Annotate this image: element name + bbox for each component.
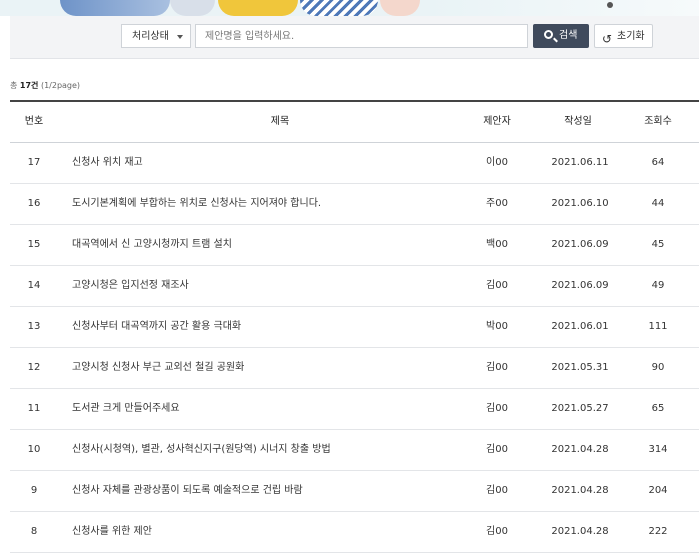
- row-no: 15: [27, 239, 41, 250]
- search-icon: [544, 30, 553, 39]
- table-row[interactable]: 11 도서관 크게 만들어주세요 김00 2021.05.27 65: [10, 389, 699, 430]
- row-date: 2021.04.28: [551, 485, 609, 496]
- row-no: 12: [27, 362, 41, 373]
- table-row[interactable]: 17 신청사 위치 재고 이00 2021.06.11 64: [10, 143, 699, 184]
- header-title: 제목: [270, 116, 290, 127]
- reset-button[interactable]: ↺ 초기화: [594, 24, 653, 48]
- search-input[interactable]: 제안명을 입력하세요.: [195, 24, 528, 48]
- proposal-table: 번호 제목 제안자 작성일 조회수 17 신청사 위치 재고 이00 2021.…: [10, 100, 699, 553]
- row-author: 김00: [486, 280, 508, 291]
- row-no: 8: [30, 526, 38, 537]
- banner-figure: [300, 0, 378, 16]
- table-row[interactable]: 13 신청사부터 대곡역까지 공간 활용 극대화 박00 2021.06.01 …: [10, 307, 699, 348]
- table-row[interactable]: 8 신청사를 위한 제안 김00 2021.04.28 222: [10, 512, 699, 553]
- banner-figure: [218, 0, 298, 16]
- refresh-icon: ↺: [602, 32, 613, 46]
- row-views: 49: [651, 280, 665, 291]
- row-views: 65: [651, 403, 665, 414]
- row-author: 주00: [486, 198, 508, 209]
- chevron-down-icon: [177, 35, 183, 39]
- row-views: 64: [651, 157, 665, 168]
- row-author: 이00: [486, 157, 508, 168]
- row-title-link[interactable]: 도서관 크게 만들어주세요: [72, 389, 180, 429]
- row-date: 2021.04.28: [551, 444, 609, 455]
- search-button-label: 검색: [559, 30, 578, 41]
- header-author: 제안자: [483, 116, 511, 127]
- header-date: 작성일: [564, 116, 592, 127]
- table-row[interactable]: 9 신청사 자체를 관광상품이 되도록 예술적으로 건립 바람 김00 2021…: [10, 471, 699, 512]
- table-row[interactable]: 12 고양시청 신청사 부근 교외선 철길 공원화 김00 2021.05.31…: [10, 348, 699, 389]
- row-author: 백00: [486, 239, 508, 250]
- row-date: 2021.06.01: [551, 321, 609, 332]
- row-title-link[interactable]: 신청사 위치 재고: [72, 143, 143, 183]
- table-row[interactable]: 15 대곡역에서 신 고양시청까지 트램 설치 백00 2021.06.09 4…: [10, 225, 699, 266]
- row-no: 17: [27, 157, 41, 168]
- banner-figure: [60, 0, 170, 16]
- row-title-link[interactable]: 고양시청은 입지선정 재조사: [72, 266, 189, 306]
- count-pages: (1/2page): [38, 81, 81, 90]
- row-title-link[interactable]: 대곡역에서 신 고양시청까지 트램 설치: [72, 225, 232, 265]
- row-views: 44: [651, 198, 665, 209]
- header-views: 조회수: [644, 116, 672, 127]
- row-views: 222: [648, 526, 668, 537]
- row-no: 16: [27, 198, 41, 209]
- row-no: 10: [27, 444, 41, 455]
- row-date: 2021.05.31: [551, 362, 609, 373]
- row-no: 14: [27, 280, 41, 291]
- row-author: 김00: [486, 362, 508, 373]
- row-author: 김00: [486, 485, 508, 496]
- row-date: 2021.05.27: [551, 403, 609, 414]
- row-title-link[interactable]: 신청사 자체를 관광상품이 되도록 예술적으로 건립 바람: [72, 471, 303, 511]
- row-no: 9: [30, 485, 38, 496]
- status-select[interactable]: 처리상태: [121, 24, 191, 48]
- result-count: 총 17건 (1/2page): [10, 80, 80, 91]
- count-prefix: 총: [10, 81, 20, 90]
- table-row[interactable]: 10 신청사(시청역), 별관, 성사혁신지구(원당역) 시너지 창출 방법 김…: [10, 430, 699, 471]
- row-title-link[interactable]: 신청사를 위한 제안: [72, 512, 152, 552]
- search-input-placeholder: 제안명을 입력하세요.: [205, 31, 295, 42]
- row-views: 111: [648, 321, 668, 332]
- row-title-link[interactable]: 도시기본계획에 부합하는 위치로 신청사는 지어져야 합니다.: [72, 184, 321, 224]
- banner-background: [430, 0, 699, 16]
- row-views: 204: [648, 485, 668, 496]
- row-author: 김00: [486, 526, 508, 537]
- banner-dot: [607, 2, 613, 8]
- row-date: 2021.06.11: [551, 157, 609, 168]
- table-header: 번호 제목 제안자 작성일 조회수: [10, 100, 699, 143]
- row-views: 90: [651, 362, 665, 373]
- row-date: 2021.06.09: [551, 280, 609, 291]
- reset-button-label: 초기화: [617, 31, 645, 42]
- row-title-link[interactable]: 고양시청 신청사 부근 교외선 철길 공원화: [72, 348, 244, 388]
- row-date: 2021.04.28: [551, 526, 609, 537]
- banner-figure: [380, 0, 420, 16]
- count-total: 17건: [19, 81, 39, 90]
- table-row[interactable]: 16 도시기본계획에 부합하는 위치로 신청사는 지어져야 합니다. 주00 2…: [10, 184, 699, 225]
- status-select-label: 처리상태: [132, 31, 169, 42]
- top-banner-illustration: [0, 0, 699, 16]
- search-button[interactable]: 검색: [533, 24, 589, 48]
- row-author: 김00: [486, 403, 508, 414]
- table-row[interactable]: 14 고양시청은 입지선정 재조사 김00 2021.06.09 49: [10, 266, 699, 307]
- row-views: 45: [651, 239, 665, 250]
- row-author: 김00: [486, 444, 508, 455]
- row-date: 2021.06.10: [551, 198, 609, 209]
- row-title-link[interactable]: 신청사부터 대곡역까지 공간 활용 극대화: [72, 307, 241, 347]
- row-title-link[interactable]: 신청사(시청역), 별관, 성사혁신지구(원당역) 시너지 창출 방법: [72, 430, 331, 470]
- header-no: 번호: [24, 116, 44, 127]
- row-no: 13: [27, 321, 41, 332]
- row-author: 박00: [486, 321, 508, 332]
- row-date: 2021.06.09: [551, 239, 609, 250]
- banner-figure: [170, 0, 215, 16]
- row-no: 11: [27, 403, 41, 414]
- row-views: 314: [648, 444, 668, 455]
